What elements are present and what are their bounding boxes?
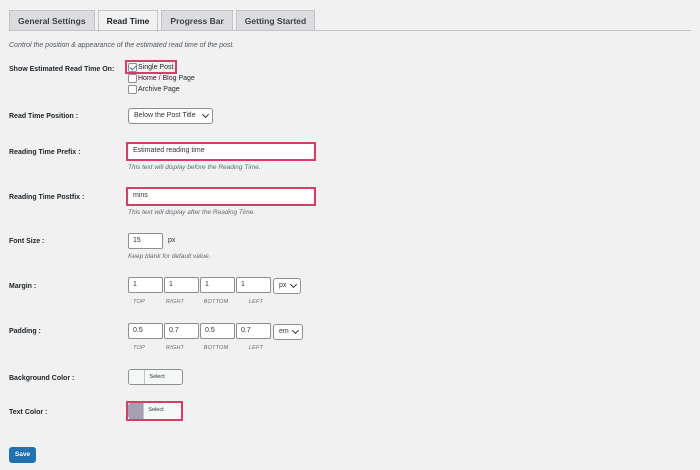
padding-bottom-input[interactable]: 0.5 [200, 323, 235, 339]
padding-left-input[interactable]: 0.7 [236, 323, 271, 339]
tab-bar: General Settings Read Time Progress Bar … [9, 10, 316, 32]
padding-unit-select[interactable]: em [273, 324, 303, 340]
margin-label: Margin : [9, 283, 37, 290]
bg-color-button-label: Select Color [149, 374, 165, 380]
position-select[interactable]: Below the Post Title [128, 108, 213, 124]
bg-color-button[interactable]: Select Color [128, 369, 183, 385]
chevron-down-icon [289, 280, 298, 289]
margin-bottom-sublabel: BOTTOM [203, 299, 229, 305]
home-blog-label: Home / Blog Page [138, 74, 195, 82]
margin-unit-select[interactable]: px [273, 278, 301, 294]
section-description: Control the position & appearance of the… [9, 42, 235, 49]
margin-unit-value: px [279, 282, 287, 289]
archive-page-checkbox[interactable] [128, 84, 137, 94]
tab-progress-bar[interactable]: Progress Bar [161, 10, 233, 31]
padding-top-input[interactable]: 0.5 [128, 323, 163, 339]
font-size-label: Font Size : [9, 238, 45, 245]
position-value: Below the Post Title [134, 112, 196, 119]
postfix-input[interactable]: mins [129, 189, 313, 204]
margin-left-sublabel: LEFT [248, 299, 264, 305]
bg-color-swatch [129, 370, 146, 384]
text-color-swatch [128, 403, 145, 419]
position-label: Read Time Position : [9, 113, 79, 120]
text-color-button-label: Select Color [148, 407, 164, 413]
show-on-label: Show Estimated Read Time On: [9, 66, 115, 73]
prefix-label: Reading Time Prefix : [9, 149, 81, 156]
show-on-options: Single Post Home / Blog Page Archive Pag… [128, 62, 195, 94]
tab-getting-started[interactable]: Getting Started [235, 10, 316, 31]
postfix-description: This text will display after the Reading… [128, 209, 256, 216]
padding-right-sublabel: RIGHT [165, 345, 185, 351]
single-post-checkbox[interactable] [128, 62, 137, 72]
font-size-description: Keep blank for default value. [128, 253, 211, 260]
text-color-label: Text Color : [9, 409, 48, 416]
padding-left-sublabel: LEFT [248, 345, 264, 351]
margin-top-sublabel: TOP [133, 299, 145, 305]
padding-bottom-sublabel: BOTTOM [203, 345, 229, 351]
margin-top-input[interactable]: 1 [128, 277, 163, 293]
option-single-post[interactable]: Single Post [128, 62, 195, 72]
archive-page-label: Archive Page [138, 85, 180, 93]
tab-divider [9, 30, 691, 31]
padding-top-sublabel: TOP [133, 345, 145, 351]
margin-left-input[interactable]: 1 [236, 277, 271, 293]
option-home-blog-page[interactable]: Home / Blog Page [128, 73, 195, 83]
home-blog-checkbox[interactable] [128, 73, 137, 83]
padding-right-input[interactable]: 0.7 [164, 323, 199, 339]
margin-bottom-input[interactable]: 1 [200, 277, 235, 293]
save-button[interactable]: Save [9, 447, 36, 463]
margin-right-sublabel: RIGHT [165, 299, 185, 305]
chevron-down-icon [201, 110, 210, 119]
font-size-input[interactable]: 15 [128, 233, 163, 249]
margin-right-input[interactable]: 1 [164, 277, 199, 293]
prefix-input[interactable]: Estimated reading time [129, 144, 313, 159]
bg-color-label: Background Color : [9, 375, 75, 382]
option-archive-page[interactable]: Archive Page [128, 84, 195, 94]
text-color-button[interactable]: Select Color [128, 403, 181, 419]
single-post-label: Single Post [138, 63, 174, 71]
padding-label: Padding : [9, 328, 41, 335]
font-size-unit: px [168, 237, 176, 244]
postfix-label: Reading Time Postfix : [9, 194, 85, 201]
tab-general-settings[interactable]: General Settings [9, 10, 95, 31]
padding-unit-value: em [279, 328, 289, 335]
prefix-description: This text will display before the Readin… [128, 164, 261, 171]
chevron-down-icon [291, 326, 300, 335]
tab-read-time[interactable]: Read Time [97, 10, 159, 32]
